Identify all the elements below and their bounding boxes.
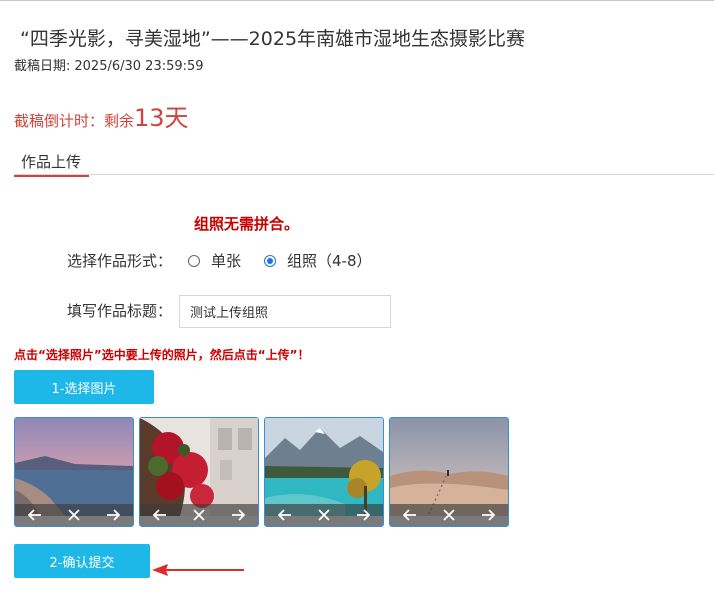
tab-upload-label: 作品上传 — [21, 153, 82, 171]
confirm-submit-button[interactable]: 2-确认提交 — [14, 544, 150, 578]
photo-thumbnail — [139, 417, 259, 527]
arrow-left-icon[interactable] — [276, 507, 294, 523]
countdown: 截稿倒计时：剩余13天 — [14, 98, 189, 133]
arrow-left-icon[interactable] — [401, 507, 419, 523]
photo-controls — [140, 504, 258, 526]
deadline-label: 截稿日期: — [14, 59, 71, 74]
arrow-left-icon[interactable] — [151, 507, 169, 523]
format-radio-group: 单张 组照（4-8） — [188, 250, 372, 271]
tab-divider — [14, 174, 714, 175]
photo-controls — [390, 504, 508, 526]
photo-thumbnail — [264, 417, 384, 527]
countdown-label: 截稿倒计时：剩余 — [14, 112, 135, 130]
close-icon[interactable] — [315, 507, 333, 523]
photo-controls — [265, 504, 383, 526]
radio-group-photos[interactable] — [264, 254, 277, 267]
arrow-right-icon[interactable] — [354, 507, 372, 523]
radio-single[interactable] — [188, 254, 200, 267]
photo-mountain-lake — [265, 418, 383, 516]
select-photos-button[interactable]: 1-选择图片 — [14, 370, 154, 404]
countdown-value: 13天 — [134, 104, 189, 132]
radio-group-photos-label[interactable]: 组照（4-8） — [287, 250, 372, 271]
arrow-right-icon[interactable] — [229, 507, 247, 523]
annotation-arrow-icon — [152, 564, 244, 576]
close-icon[interactable] — [190, 507, 208, 523]
deadline: 截稿日期: 2025/6/30 23:59:59 — [14, 55, 204, 74]
group-notice: 组照无需拼合。 — [194, 215, 300, 233]
upload-instruction: 点击“选择照片”选中要上传的照片，然后点击“上传”！ — [14, 348, 310, 362]
work-title-input[interactable] — [179, 295, 391, 328]
arrow-left-icon[interactable] — [26, 507, 44, 523]
photo-desert-dunes — [390, 418, 508, 516]
close-icon[interactable] — [440, 507, 458, 523]
photo-thumbnail — [389, 417, 509, 527]
contest-title: “四季光影，寻美湿地”——2025年南雄市湿地生态摄影比赛 — [20, 28, 526, 50]
photo-lakeside-rocks — [15, 418, 133, 516]
format-label: 选择作品形式： — [67, 252, 173, 270]
photo-controls — [15, 504, 133, 526]
title-label: 填写作品标题： — [67, 302, 173, 320]
deadline-value: 2025/6/30 23:59:59 — [74, 59, 204, 74]
photo-red-flowers — [140, 418, 258, 516]
arrow-right-icon[interactable] — [479, 507, 497, 523]
photo-thumbnail — [14, 417, 134, 527]
close-icon[interactable] — [65, 507, 83, 523]
radio-single-label[interactable]: 单张 — [211, 250, 241, 271]
arrow-right-icon[interactable] — [104, 507, 122, 523]
top-divider — [0, 0, 714, 1]
